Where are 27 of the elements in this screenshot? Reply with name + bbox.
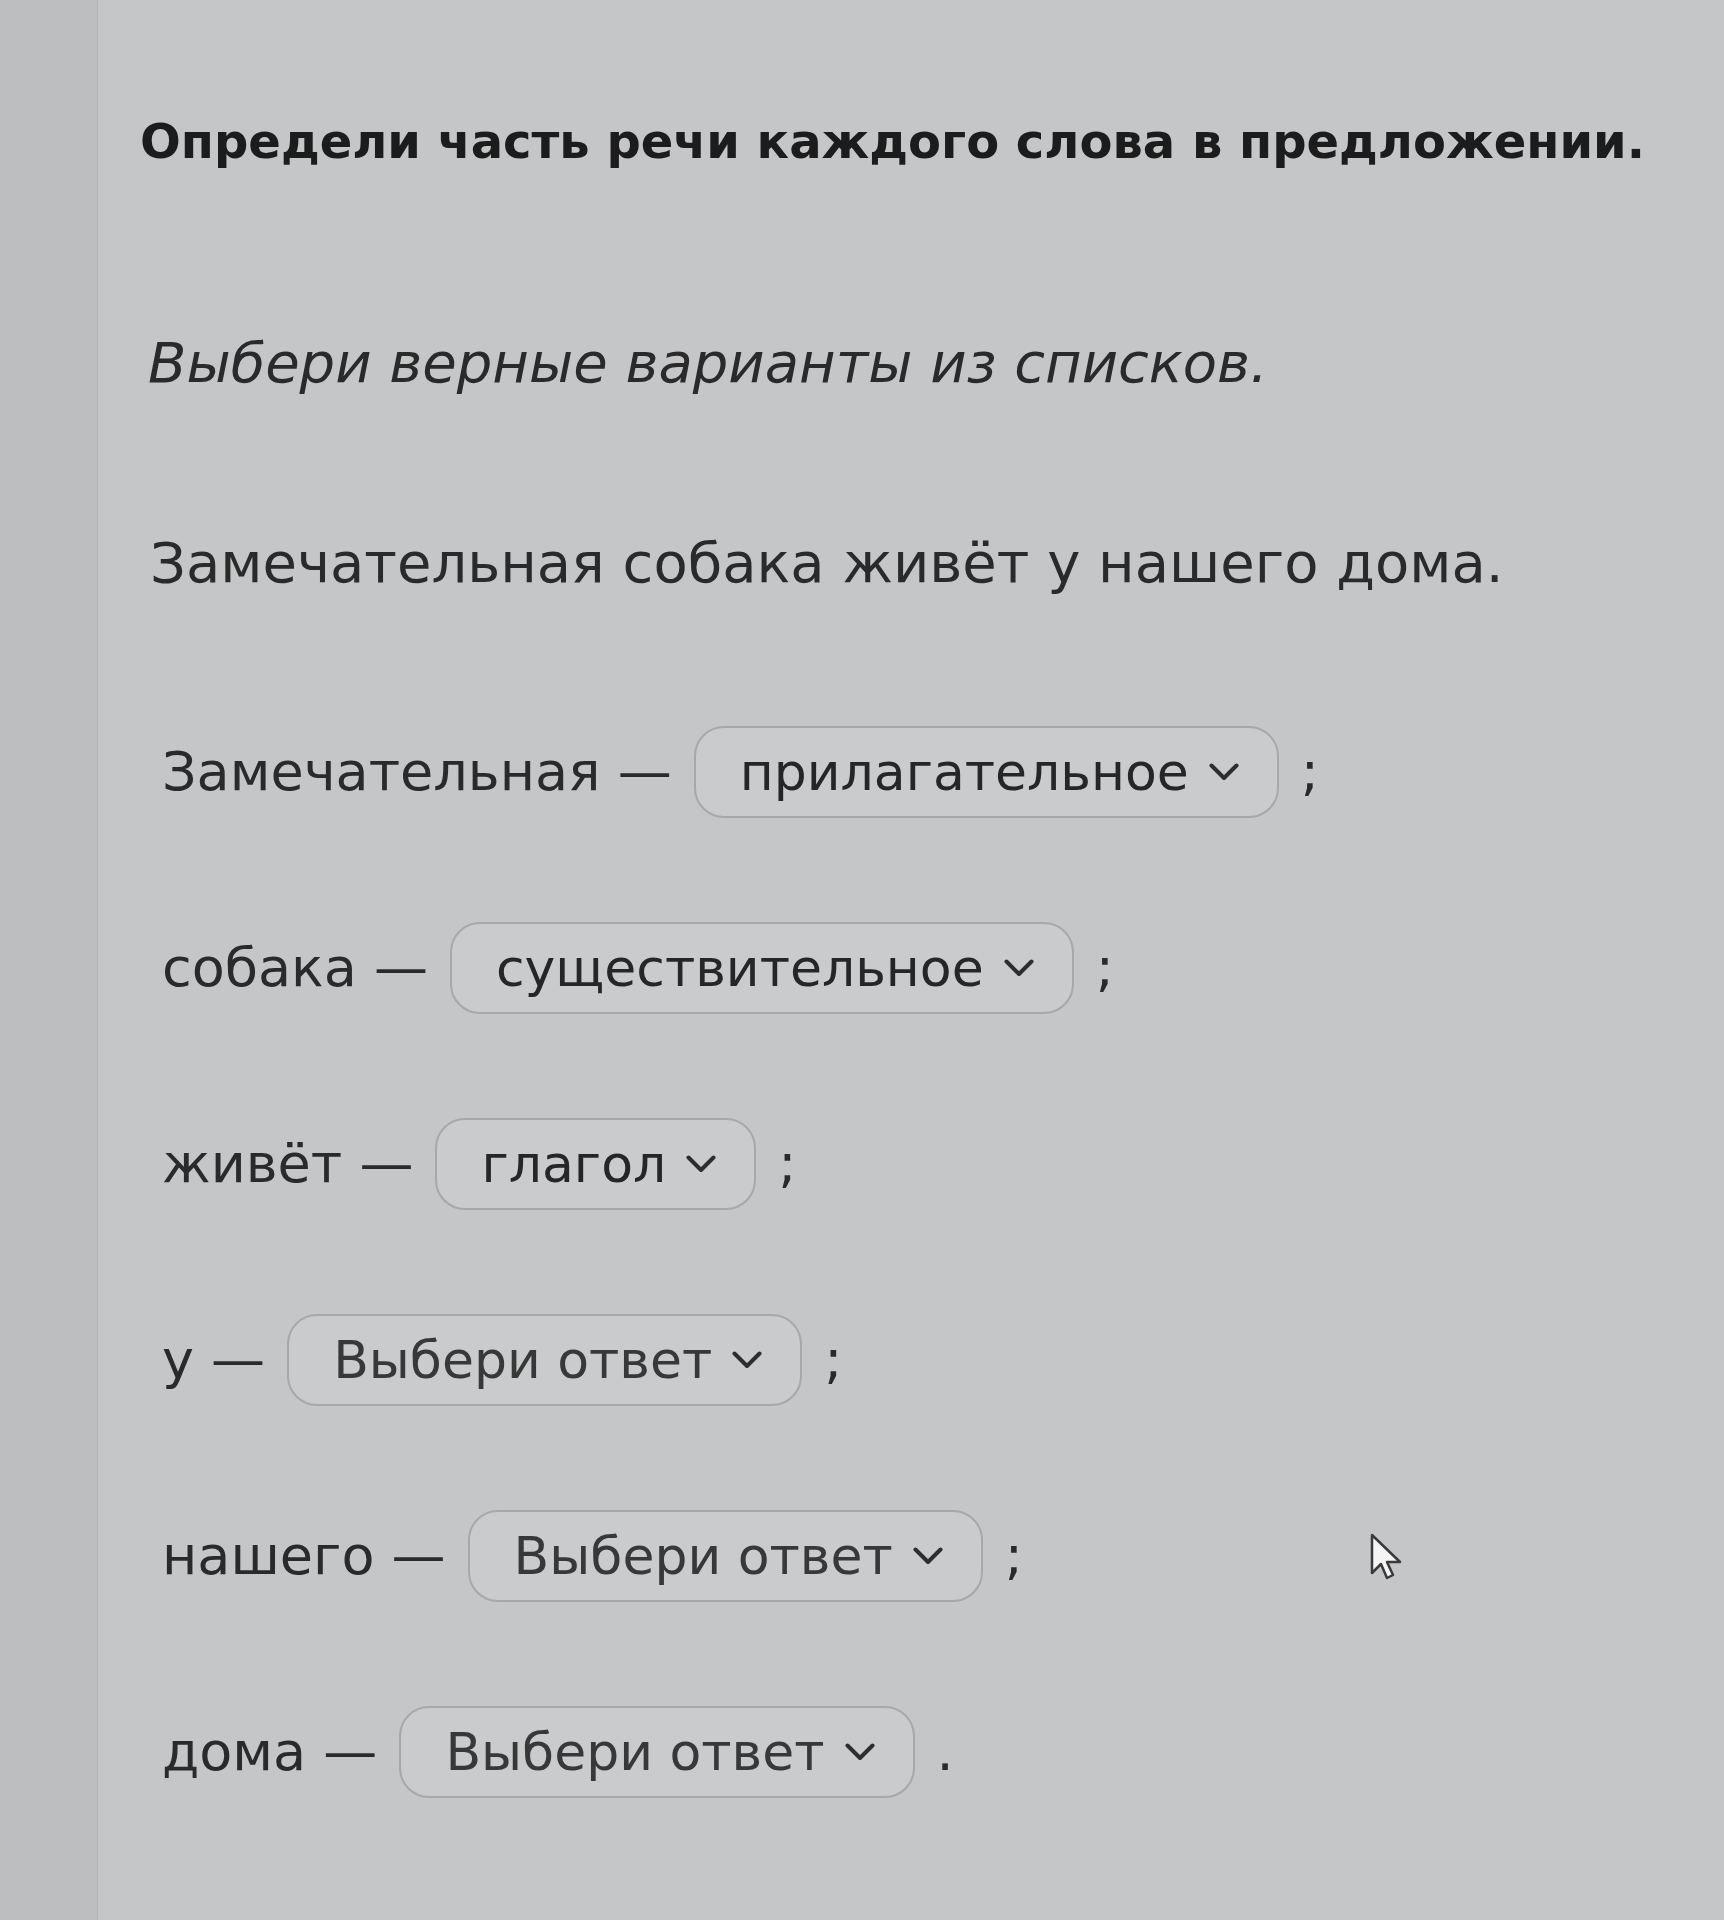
chevron-down-icon	[686, 1155, 717, 1173]
answer-dropdown[interactable]: прилагательное	[693, 726, 1279, 818]
punctuation-text: ;	[1300, 745, 1319, 799]
word-label: у —	[162, 1333, 266, 1387]
answer-dropdown[interactable]: глагол	[435, 1118, 757, 1210]
word-label: собака —	[162, 941, 428, 995]
task-title: Определи часть речи каждого слова в предложении.	[140, 112, 1645, 171]
chevron-down-icon	[1003, 959, 1034, 977]
punctuation-text: ;	[1095, 941, 1114, 995]
word-label: нашего —	[162, 1529, 446, 1583]
chevron-down-icon	[1208, 763, 1239, 781]
chevron-down-icon	[912, 1547, 943, 1565]
chevron-down-icon	[732, 1351, 763, 1369]
answer-dropdown[interactable]: Выбери ответ	[287, 1314, 803, 1406]
chevron-down-icon	[844, 1743, 875, 1761]
answer-dropdown[interactable]: существительное	[450, 922, 1074, 1014]
punctuation-text: ;	[824, 1333, 843, 1387]
instruction-text: Выбери верные варианты из списков.	[147, 330, 1269, 396]
punctuation-text: ;	[1004, 1529, 1023, 1583]
word-label: живёт —	[162, 1137, 414, 1191]
answer-dropdown[interactable]: Выбери ответ	[467, 1510, 983, 1602]
punctuation-text: .	[936, 1725, 954, 1779]
punctuation-text: ;	[778, 1137, 797, 1191]
word-label: Замечательная —	[162, 745, 672, 799]
word-label: дома —	[162, 1725, 378, 1779]
answer-dropdown[interactable]: Выбери ответ	[399, 1706, 915, 1798]
sentence-text: Замечательная собака живёт у нашего дома.	[149, 530, 1505, 596]
